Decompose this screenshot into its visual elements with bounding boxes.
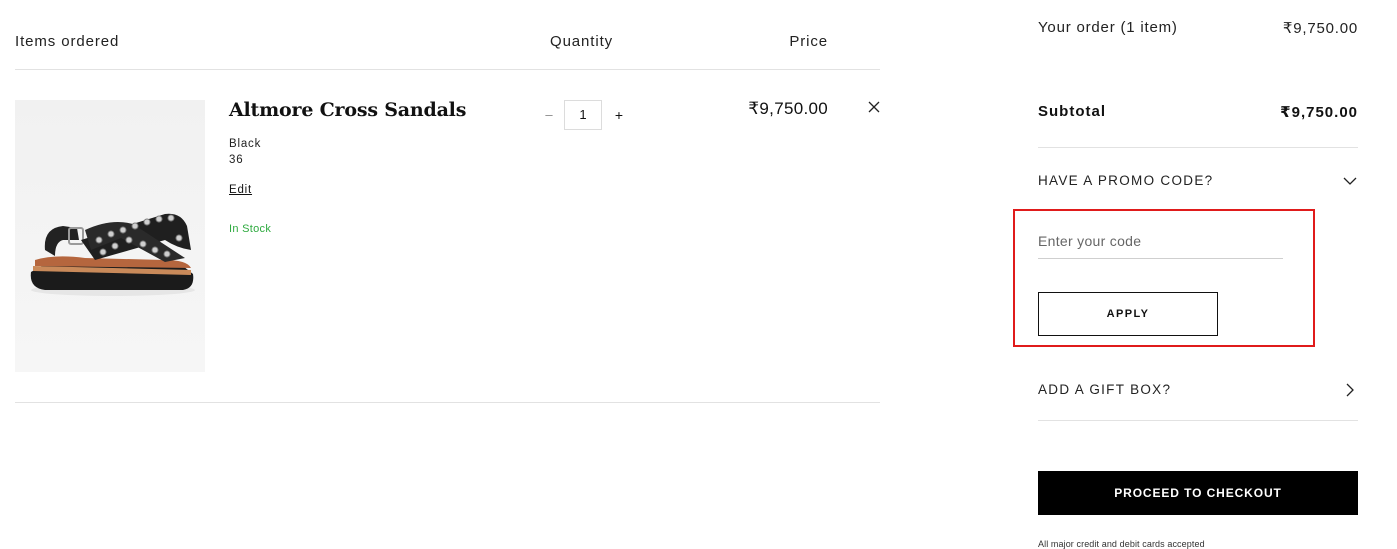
quantity-header: Quantity [550, 33, 614, 50]
header-divider [15, 69, 880, 70]
edit-link[interactable]: Edit [229, 184, 252, 196]
chevron-right-icon[interactable] [1342, 382, 1358, 398]
items-bottom-divider [15, 402, 880, 403]
remove-item-button[interactable] [864, 97, 884, 117]
quantity-increase-button[interactable]: + [611, 104, 627, 126]
promo-code-toggle[interactable]: HAVE A PROMO CODE? [1038, 173, 1213, 188]
product-size: 36 [229, 154, 244, 166]
product-color: Black [229, 138, 262, 150]
proceed-to-checkout-button[interactable]: PROCEED TO CHECKOUT [1038, 471, 1358, 515]
gift-divider [1038, 420, 1358, 421]
order-total-value: ₹9,750.00 [1282, 20, 1358, 37]
product-name[interactable]: Altmore Cross Sandals [229, 99, 466, 121]
chevron-down-icon[interactable] [1342, 173, 1358, 189]
order-count-label: Your order (1 item) [1038, 19, 1178, 36]
apply-promo-button[interactable]: APPLY [1038, 292, 1218, 336]
product-image[interactable] [15, 100, 205, 372]
subtotal-value: ₹9,750.00 [1280, 104, 1358, 121]
promo-code-input[interactable] [1038, 224, 1283, 259]
subtotal-label: Subtotal [1038, 103, 1106, 120]
subtotal-divider [1038, 147, 1358, 148]
items-ordered-header: Items ordered [15, 33, 120, 50]
sandal-image [30, 213, 195, 296]
gift-box-toggle[interactable]: ADD A GIFT BOX? [1038, 382, 1171, 397]
price-header: Price [789, 33, 828, 50]
quantity-field[interactable]: 1 [564, 100, 602, 130]
quantity-decrease-button[interactable]: – [541, 104, 557, 126]
item-price: ₹9,750.00 [748, 99, 828, 118]
stock-status: In Stock [229, 223, 272, 235]
close-icon [868, 101, 880, 113]
